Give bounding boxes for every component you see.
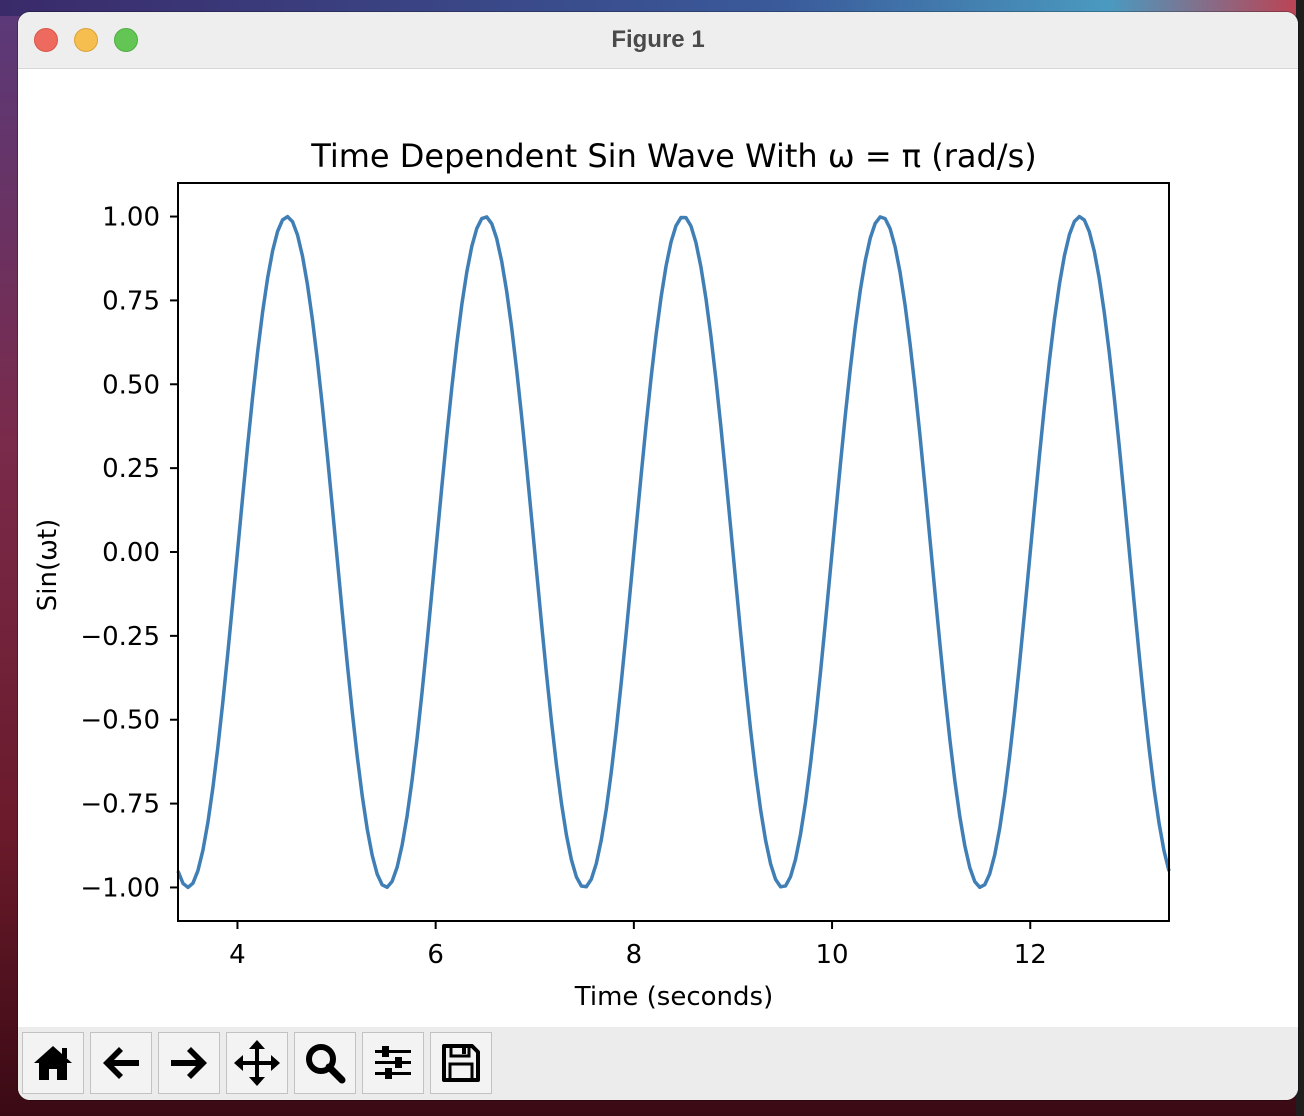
sliders-icon (375, 1046, 411, 1079)
forward-button[interactable] (158, 1032, 220, 1094)
x-axis-label: Time (seconds) (574, 982, 773, 1012)
magnifier-icon (306, 1044, 346, 1084)
arrow-left-icon (103, 1047, 139, 1079)
home-button[interactable] (22, 1032, 84, 1094)
titlebar[interactable]: Figure 1 (18, 12, 1298, 69)
arrow-right-icon (171, 1047, 207, 1079)
y-tick-label: −0.25 (80, 622, 160, 652)
y-tick-label: 1.00 (102, 203, 160, 233)
save-button[interactable] (430, 1032, 492, 1094)
home-icon (34, 1046, 72, 1080)
x-tick-label: 4 (229, 940, 246, 970)
x-tick-label: 8 (626, 940, 643, 970)
y-tick-label: 0.00 (102, 538, 160, 568)
y-tick-label: 0.25 (102, 454, 160, 484)
series-line-0 (176, 214, 1171, 890)
back-button[interactable] (90, 1032, 152, 1094)
pan-button[interactable] (226, 1032, 288, 1094)
configure-subplots-button[interactable] (362, 1032, 424, 1094)
figure-window: Figure 1 Time Dependent Sin Wave With ω … (18, 12, 1298, 1100)
move-arrows-icon (234, 1040, 280, 1086)
y-tick-label: 0.75 (102, 286, 160, 316)
y-tick-label: −0.75 (80, 790, 160, 820)
y-tick-label: −0.50 (80, 706, 160, 736)
y-axis-label: Sin(ωt) (33, 519, 63, 611)
floppy-disk-icon (442, 1044, 480, 1082)
y-tick-label: −1.00 (80, 873, 160, 903)
x-tick-label: 10 (816, 940, 849, 970)
x-tick-label: 6 (427, 940, 444, 970)
chart-svg[interactable]: Time Dependent Sin Wave With ω = π (rad/… (18, 69, 1298, 1027)
zoom-button[interactable] (294, 1032, 356, 1094)
figure-canvas[interactable]: Time Dependent Sin Wave With ω = π (rad/… (18, 69, 1298, 1027)
axes-frame (177, 182, 1170, 922)
plot-area[interactable]: 4 6 8 10 12 1.00 0.75 0.50 0.25 0.00 −0.25 −0.50 −0.… (80, 182, 1171, 970)
x-tick-label: 12 (1014, 940, 1047, 970)
chart-title: Time Dependent Sin Wave With ω = π (rad/… (310, 137, 1036, 175)
navigation-toolbar (18, 1027, 1298, 1100)
y-tick-label: 0.50 (102, 370, 160, 400)
window-title: Figure 1 (611, 26, 705, 53)
